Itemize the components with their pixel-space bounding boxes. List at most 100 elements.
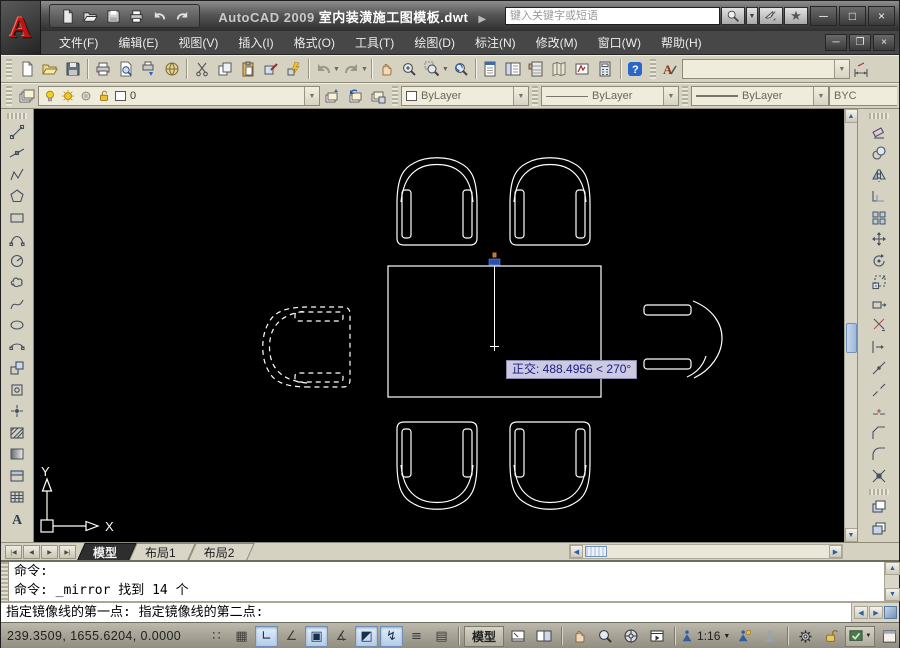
qat-plot-button[interactable] (126, 7, 146, 25)
ducs-toggle-button[interactable]: ◩ (355, 626, 378, 647)
designcenter-button[interactable] (502, 58, 525, 81)
undo-button[interactable] (312, 58, 335, 81)
vertical-scroll-thumb[interactable] (846, 323, 857, 353)
construction-line-button[interactable] (4, 143, 30, 165)
command-scroll-up-arrow[interactable]: ▲ (885, 562, 900, 575)
quick-view-layouts-button[interactable] (506, 626, 530, 647)
next-tab-button[interactable]: ▶ (41, 545, 58, 559)
annotation-scale-control[interactable]: 1:16 ▼ (680, 629, 730, 643)
window-minimize-button[interactable]: ─ (810, 6, 837, 26)
qp-toggle-button[interactable]: ▤ (430, 626, 453, 647)
scroll-right-arrow[interactable]: ▶ (829, 545, 842, 558)
zoom-flyout-dropdown[interactable]: ▼ (442, 66, 449, 73)
snap-toggle-button[interactable]: ∷ (205, 626, 228, 647)
rotate-button[interactable] (866, 250, 892, 272)
layer-states-manager-button[interactable] (366, 85, 389, 108)
trim-button[interactable] (866, 315, 892, 337)
revision-cloud-button[interactable] (4, 272, 30, 294)
toolbar-grip[interactable] (869, 113, 889, 119)
doc-minimize-button[interactable]: ─ (825, 34, 847, 51)
show-motion-button[interactable] (645, 626, 669, 647)
menu-format[interactable]: 格式(O) (284, 31, 345, 54)
window-maximize-button[interactable]: □ (839, 6, 866, 26)
doc-restore-button[interactable]: ❐ (849, 34, 871, 51)
osnap-toggle-button[interactable]: ▣ (305, 626, 328, 647)
chevron-down-icon[interactable]: ▼ (834, 60, 849, 78)
infocenter-search-button[interactable] (721, 7, 745, 25)
arc-button[interactable] (4, 229, 30, 251)
quick-view-drawings-button[interactable] (532, 626, 556, 647)
tool-palettes-button[interactable] (525, 58, 548, 81)
clean-screen-button[interactable] (877, 626, 900, 647)
command-scroll-down-arrow[interactable]: ▼ (885, 588, 900, 601)
dim-style-button[interactable] (850, 58, 873, 81)
vertical-scrollbar[interactable]: ▲ ▼ (844, 109, 857, 542)
command-resize-corner[interactable] (884, 606, 897, 619)
menu-help[interactable]: 帮助(H) (651, 31, 712, 54)
circle-button[interactable] (4, 250, 30, 272)
region-button[interactable] (4, 465, 30, 487)
cut-button[interactable] (190, 58, 213, 81)
toolbar-grip[interactable] (392, 86, 398, 106)
layer-properties-manager-button[interactable] (15, 85, 38, 108)
ortho-toggle-button[interactable]: ∟ (255, 626, 278, 647)
plot-style-combo[interactable]: BYC (829, 86, 897, 106)
color-combo[interactable]: ByLayer ▼ (401, 86, 529, 106)
chevron-down-icon[interactable]: ▼ (813, 87, 828, 105)
markup-set-manager-button[interactable] (571, 58, 594, 81)
autoscale-button[interactable] (758, 626, 782, 647)
polyline-button[interactable] (4, 164, 30, 186)
lwt-toggle-button[interactable]: ≡ (405, 626, 428, 647)
make-block-button[interactable] (4, 379, 30, 401)
zoom-previous-button[interactable] (449, 58, 472, 81)
application-menu-button[interactable]: A (1, 1, 41, 55)
extend-button[interactable] (866, 336, 892, 358)
dyn-toggle-button[interactable]: ↯ (380, 626, 403, 647)
new-button[interactable] (15, 58, 38, 81)
otrack-toggle-button[interactable]: ∡ (330, 626, 353, 647)
break-button[interactable] (866, 379, 892, 401)
tab-model[interactable]: 模型 (81, 543, 133, 560)
erase-button[interactable] (866, 121, 892, 143)
make-object-layer-current-button[interactable] (320, 85, 343, 108)
break-at-point-button[interactable] (866, 358, 892, 380)
grid-toggle-button[interactable]: ▦ (230, 626, 253, 647)
first-tab-button[interactable]: |◀ (5, 545, 22, 559)
doc-close-button[interactable]: × (873, 34, 895, 51)
text-style-combo[interactable]: ▼ (682, 59, 850, 79)
layer-previous-button[interactable] (343, 85, 366, 108)
explode-button[interactable] (866, 465, 892, 487)
zoom-window-button[interactable] (421, 58, 444, 81)
sheet-set-manager-button[interactable] (548, 58, 571, 81)
move-button[interactable] (866, 229, 892, 251)
menu-window[interactable]: 窗口(W) (588, 31, 651, 54)
last-tab-button[interactable]: ▶| (59, 545, 76, 559)
menu-edit[interactable]: 编辑(E) (108, 31, 168, 54)
prev-tab-button[interactable]: ◀ (23, 545, 40, 559)
properties-palette-button[interactable] (479, 58, 502, 81)
toolbar-grip[interactable] (6, 86, 12, 106)
command-window-grip[interactable] (1, 562, 9, 601)
grip-point[interactable] (489, 259, 500, 265)
menu-draw[interactable]: 绘图(D) (404, 31, 465, 54)
match-properties-button[interactable] (259, 58, 282, 81)
chevron-down-icon[interactable]: ▼ (513, 87, 528, 105)
scale-button[interactable] (866, 272, 892, 294)
command-horizontal-scrollbar[interactable]: ◀ ▶ (851, 603, 899, 622)
chamfer-button[interactable] (866, 422, 892, 444)
text-style-button[interactable]: A (659, 58, 682, 81)
line-button[interactable] (4, 121, 30, 143)
3d-dwf-button[interactable] (160, 58, 183, 81)
copy-object-button[interactable] (866, 143, 892, 165)
application-status-button[interactable]: ▼ (845, 626, 875, 647)
qat-open-button[interactable] (80, 7, 100, 25)
multiline-text-button[interactable]: A (4, 508, 30, 530)
layer-combo[interactable]: 0 ▼ (38, 86, 320, 106)
tab-layout1[interactable]: 布局1 (133, 543, 192, 560)
pan-button[interactable] (375, 58, 398, 81)
point-button[interactable] (4, 401, 30, 423)
qat-undo-button[interactable] (149, 7, 169, 25)
qat-redo-button[interactable] (172, 7, 192, 25)
offset-button[interactable] (866, 186, 892, 208)
toolbar-lock-button[interactable] (819, 626, 843, 647)
